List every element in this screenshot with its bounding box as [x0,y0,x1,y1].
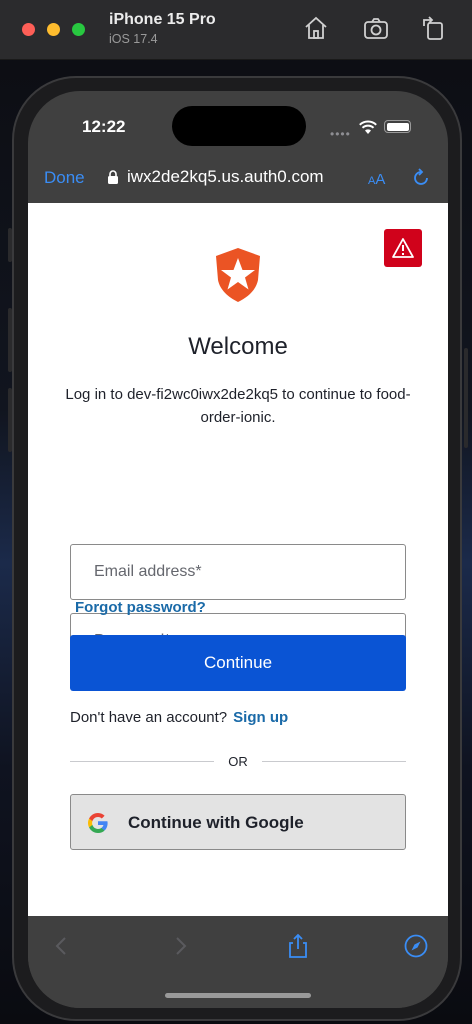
text-size-button[interactable]: AA [368,171,385,188]
continue-button[interactable]: Continue [70,635,406,691]
status-time: 12:22 [82,117,126,136]
google-icon [88,813,108,833]
browser-toolbar [28,916,448,1008]
reload-icon[interactable] [410,167,432,189]
auth0-logo [216,248,260,302]
forgot-password-link[interactable]: Forgot password? [75,599,206,616]
wifi-icon [359,120,377,134]
home-icon[interactable] [302,14,330,42]
warning-icon [392,238,414,258]
signup-link[interactable]: Sign up [233,709,288,726]
device-name: iPhone 15 Pro [109,11,216,28]
status-bar: 12:22 •••• [28,91,448,151]
no-account-text: Don't have an account? [70,709,228,726]
phone-screen: 12:22 •••• Done iwx2de2kq5.us.auth0.com … [28,91,448,1008]
volume-up-button [8,308,12,372]
battery-icon [384,120,411,133]
screenshot-icon[interactable] [362,14,390,42]
close-window-button[interactable] [22,23,35,36]
volume-down-button [8,388,12,452]
minimize-window-button[interactable] [47,23,60,36]
rotate-icon[interactable] [419,14,447,42]
simulator-titlebar: iPhone 15 Pro iOS 17.4 [0,0,472,60]
text-size-large-a: A [375,171,386,188]
power-button [464,348,468,448]
url-text[interactable]: iwx2de2kq5.us.auth0.com [127,167,324,187]
or-divider: OR [70,753,406,771]
auth-login-page: Welcome Log in to dev-fi2wc0iwx2de2kq5 t… [28,203,448,916]
cellular-signal-icon: •••• [330,127,351,141]
done-button[interactable]: Done [44,168,85,188]
os-version: iOS 17.4 [109,32,158,46]
page-subtitle: Log in to dev-fi2wc0iwx2de2kq5 to contin… [65,386,411,426]
share-icon[interactable] [284,932,312,960]
zoom-window-button[interactable] [72,23,85,36]
browser-url-bar: Done iwx2de2kq5.us.auth0.com AA [28,151,448,203]
back-icon[interactable] [48,932,76,960]
continue-with-google-button[interactable]: Continue with Google [70,794,406,850]
google-button-label: Continue with Google [128,813,304,832]
page-title: Welcome [188,333,288,360]
warning-button[interactable] [384,229,422,267]
divider-line-right [262,761,406,762]
lock-icon [108,170,118,184]
dynamic-island [172,106,306,146]
home-indicator [165,993,311,998]
forward-icon[interactable] [166,932,194,960]
email-input[interactable] [71,545,405,599]
action-button [8,228,12,262]
signup-row: Don't have an account? Sign up [70,709,288,726]
compass-icon[interactable] [402,932,430,960]
phone-frame: 12:22 •••• Done iwx2de2kq5.us.auth0.com … [8,76,468,1021]
email-field[interactable] [70,544,406,600]
